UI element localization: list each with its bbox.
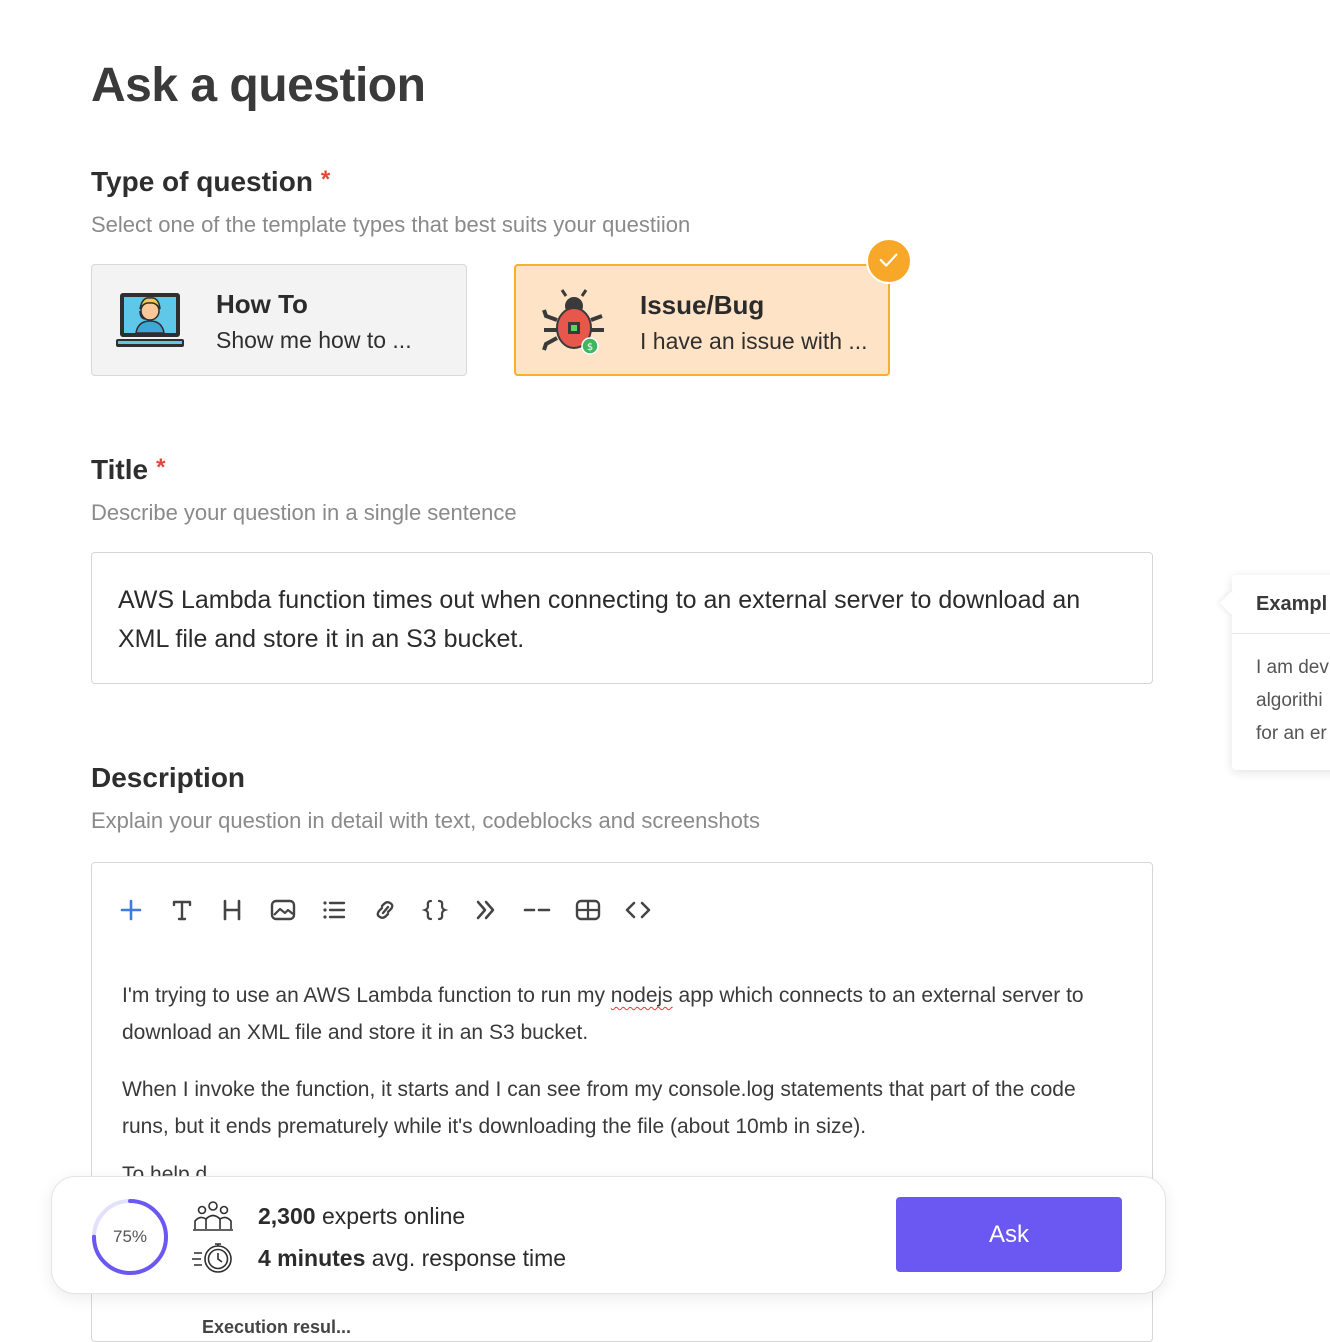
example-popover-title: Exampl (1256, 593, 1328, 615)
experts-online: 2,300 experts online (258, 1203, 466, 1229)
list-icon[interactable] (317, 893, 351, 927)
example-line: I am dev (1256, 657, 1329, 678)
ask-bar: 75% 2,300 experts online 4 minutes avg. … (51, 1176, 1166, 1294)
misspelled-word[interactable]: nodejs (611, 984, 673, 1007)
how-to-illustration-icon (116, 293, 184, 347)
quote-icon[interactable] (469, 893, 503, 927)
text-icon[interactable] (165, 893, 199, 927)
divider-icon[interactable] (520, 893, 554, 927)
svg-text:$: $ (587, 342, 593, 353)
stopwatch-icon (192, 1243, 232, 1273)
example-line: algorithi (1256, 690, 1323, 711)
avg-response-time: 4 minutes avg. response time (258, 1245, 567, 1271)
popover-divider (1232, 633, 1330, 634)
heading-icon[interactable] (215, 893, 249, 927)
progress-percent: 75% (112, 1227, 148, 1246)
experts-group-icon (193, 1201, 233, 1231)
how-to-title: How To (216, 289, 308, 319)
editor-content[interactable]: I'm trying to use an AWS Lambda function… (122, 977, 1122, 1165)
description-help: Explain your question in detail with tex… (91, 808, 760, 833)
description-label: Description (91, 762, 246, 793)
execution-result-caption: Execution resul... (202, 1317, 352, 1337)
embed-code-icon[interactable] (621, 893, 655, 927)
popover-arrow (1219, 591, 1243, 615)
type-of-question-help: Select one of the template types that be… (91, 212, 691, 237)
editor-paragraph: When I invoke the function, it starts an… (122, 1078, 1076, 1138)
editor-paragraph: I'm trying to use an AWS Lambda function… (122, 984, 1084, 1044)
type-of-question-label: Type of question * (91, 166, 331, 197)
example-line: for an er (1256, 723, 1327, 744)
image-icon[interactable] (266, 893, 300, 927)
title-input[interactable]: AWS Lambda function times out when conne… (91, 552, 1153, 684)
issue-bug-subtitle: I have an issue with ... (640, 328, 868, 354)
required-mark: * (156, 454, 166, 481)
selected-check-icon (866, 238, 912, 284)
plus-icon[interactable] (114, 893, 148, 927)
example-popover: Exampl I am dev algorithi for an er (1219, 575, 1330, 770)
type-option-how-to[interactable]: How To Show me how to ... (91, 264, 467, 376)
code-braces-icon[interactable] (418, 893, 452, 927)
title-label: Title * (91, 454, 166, 485)
type-option-issue-bug[interactable]: $ Issue/Bug I have an issue with ... (514, 264, 890, 376)
how-to-subtitle: Show me how to ... (216, 327, 412, 353)
table-icon[interactable] (571, 893, 605, 927)
title-help: Describe your question in a single sente… (91, 500, 517, 525)
bug-illustration-icon: $ (542, 289, 604, 355)
required-mark: * (320, 166, 331, 193)
page-title: Ask a question (91, 59, 426, 112)
link-icon[interactable] (368, 893, 402, 927)
ask-button[interactable]: Ask (896, 1197, 1122, 1272)
issue-bug-title: Issue/Bug (640, 290, 765, 320)
